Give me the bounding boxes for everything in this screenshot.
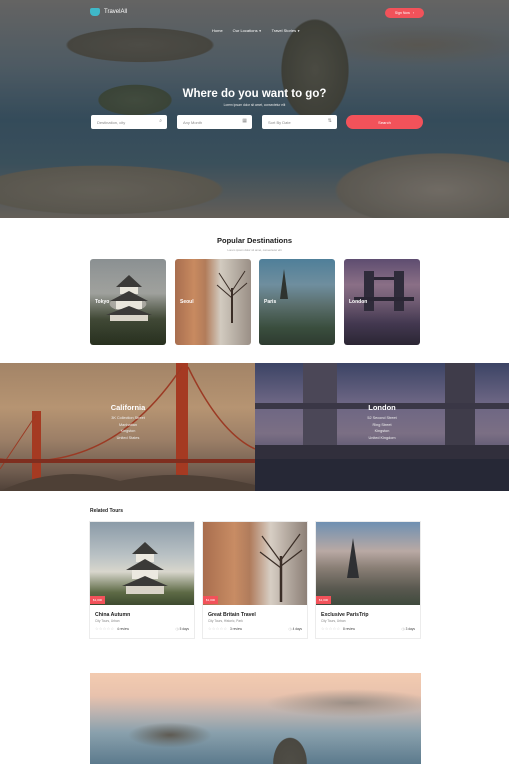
tour-image: [316, 522, 420, 605]
search-button-label: Search: [378, 119, 391, 125]
destination-label: Seoul: [180, 299, 194, 305]
logo-text: TravelAll: [104, 9, 128, 15]
destination-input[interactable]: Destination, city ⌕: [91, 115, 167, 129]
popular-title: Popular Destinations: [216, 236, 292, 245]
nav-item-home[interactable]: Home: [212, 28, 223, 33]
tour-name[interactable]: China Autumn: [95, 612, 130, 618]
destination-placeholder: Destination, city: [97, 119, 126, 125]
popular-subtitle: Lorem ipsum dolor sit amet, consectetur …: [227, 248, 282, 252]
review-count: 4 review: [117, 626, 129, 631]
logo-icon: [90, 8, 100, 16]
hero-section: TravelAll Home Our Locations▼ Travel Sto…: [0, 0, 509, 218]
month-placeholder: Any Month: [183, 119, 203, 125]
calendar-icon: ▦: [242, 118, 247, 124]
destination-card-seoul[interactable]: Seoul: [175, 259, 251, 345]
address-line: United Kingdom: [368, 435, 396, 440]
duration-text: 4 days: [292, 626, 302, 631]
tree-image: [259, 533, 303, 602]
clock-icon: ◷: [175, 626, 179, 631]
tour-category: City Tours, Urban: [321, 619, 346, 623]
price-badge: $1,000: [203, 596, 218, 604]
main-nav: Home Our Locations▼ Travel Stories▼: [212, 28, 300, 33]
tower-bridge-image: [354, 271, 414, 311]
search-bar: Destination, city ⌕ Any Month ▦ Sort By …: [0, 115, 509, 129]
banner-text: London 52 Second Street Ring Street King…: [344, 403, 420, 441]
destination-card-tokyo[interactable]: Tokyo: [90, 259, 166, 345]
sort-select[interactable]: Sort By Date ⇅: [262, 115, 337, 129]
tour-duration: ◷5 days: [176, 627, 189, 631]
rating-stars-icon: ☆☆☆☆☆: [208, 626, 228, 631]
clock-icon: ◷: [288, 626, 292, 631]
signup-button[interactable]: Sign Now ›: [385, 8, 424, 18]
review-count: 8 review: [343, 626, 355, 631]
related-tours-title: Related Tours: [90, 508, 123, 514]
destination-card-london[interactable]: London: [344, 259, 420, 345]
caret-down-icon: ▼: [297, 29, 301, 33]
tour-duration: ◷4 days: [289, 627, 302, 631]
nav-item-label: Home: [212, 28, 223, 33]
banner-title: London: [368, 403, 396, 412]
banner-address: 52 Second Street Ring Street Kingston Un…: [344, 415, 420, 441]
sort-placeholder: Sort By Date: [268, 119, 291, 125]
tour-image: [203, 522, 307, 605]
tour-card[interactable]: $1,000 Exclusive ParisTrip City Tours, U…: [315, 521, 421, 639]
nav-item-label: Travel Stories: [271, 28, 297, 33]
tour-image: [90, 522, 194, 605]
promo-image: [90, 673, 421, 764]
nav-item-label: Our Locations: [232, 28, 258, 33]
banner-london[interactable]: London 52 Second Street Ring Street King…: [255, 363, 509, 491]
month-select[interactable]: Any Month ▦: [177, 115, 252, 129]
banner-text: California 3K Collection Street Manhatta…: [90, 403, 166, 441]
eiffel-tower-image: [280, 269, 288, 299]
pagoda-image: [122, 542, 168, 594]
banner-title: California: [110, 403, 146, 412]
search-icon: ⌕: [159, 118, 162, 124]
chevron-right-icon: ›: [412, 11, 415, 15]
logo[interactable]: TravelAll: [90, 8, 127, 16]
tour-card[interactable]: $1,000 Great Britain Travel City Tours, …: [202, 521, 308, 639]
rating-stars-icon: ☆☆☆☆☆: [95, 626, 115, 631]
destination-label: Tokyo: [95, 299, 110, 305]
price-badge: $1,000: [316, 596, 331, 604]
caret-down-icon: ▼: [258, 29, 262, 33]
review-count: 3 review: [230, 626, 242, 631]
duration-text: 3 days: [405, 626, 415, 631]
signup-label: Sign Now: [394, 11, 410, 15]
tour-category: City Tours, Historic, Park: [208, 619, 243, 623]
pagoda-image: [106, 275, 152, 321]
banner-address: 3K Collection Street Manhattan Kingston …: [90, 415, 166, 441]
tour-duration: ◷3 days: [402, 627, 415, 631]
sort-icon: ⇅: [327, 118, 332, 124]
hero-title: Where do you want to go?: [182, 88, 327, 100]
nav-item-locations[interactable]: Our Locations▼: [233, 28, 262, 33]
eiffel-tower-image: [347, 538, 359, 578]
search-button[interactable]: Search: [346, 115, 423, 129]
tree-image: [216, 270, 248, 323]
banner-california[interactable]: California 3K Collection Street Manhatta…: [0, 363, 255, 491]
rating-stars-icon: ☆☆☆☆☆: [321, 626, 341, 631]
hero-subtitle: Lorem ipsum dolor sit amet, consectetur …: [223, 103, 286, 107]
destination-label: Paris: [264, 299, 277, 305]
tour-category: City Tours, Urban: [95, 619, 120, 623]
tour-card[interactable]: $1,000 China Autumn City Tours, Urban ☆☆…: [89, 521, 195, 639]
destination-card-paris[interactable]: Paris: [259, 259, 335, 345]
price-badge: $1,000: [90, 596, 105, 604]
destination-label: London: [349, 299, 368, 305]
duration-text: 5 days: [179, 626, 189, 631]
clock-icon: ◷: [401, 626, 405, 631]
address-line: United States: [116, 435, 140, 440]
tour-name[interactable]: Exclusive ParisTrip: [321, 612, 369, 618]
tour-name[interactable]: Great Britain Travel: [208, 612, 256, 618]
nav-item-stories[interactable]: Travel Stories▼: [272, 28, 301, 33]
